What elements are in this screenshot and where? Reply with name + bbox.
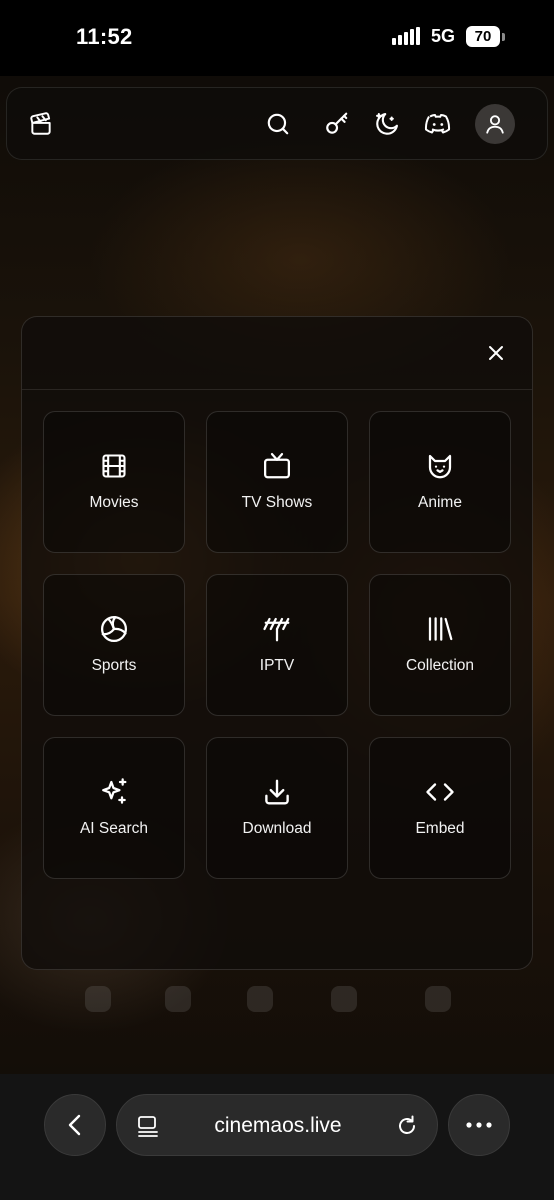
menu-item-label: TV Shows [241,494,313,511]
close-icon[interactable] [482,339,510,367]
menu-item-iptv[interactable]: IPTV [206,574,348,716]
clapperboard-icon[interactable] [21,104,61,144]
menu-item-label: Anime [418,494,462,511]
menu-item-label: Collection [405,657,475,674]
menu-item-label: Movies [89,494,139,511]
battery-indicator: 70 [466,26,500,47]
menu-item-movies[interactable]: Movies [43,411,185,553]
background-bottom-nav [60,980,500,1060]
menu-item-label: AI Search [79,820,149,837]
code-icon [370,776,510,808]
antenna-icon [207,613,347,645]
battery-tip [502,33,505,41]
tv-icon [207,450,347,482]
menu-item-label: IPTV [259,657,295,674]
key-icon[interactable] [317,104,357,144]
cat-icon [370,450,510,482]
chevron-left-icon [68,1114,81,1136]
menu-item-tv-shows[interactable]: TV Shows [206,411,348,553]
search-icon[interactable] [258,104,298,144]
url-text: cinemaos.live [214,1114,342,1137]
network-type: 5G [431,26,456,46]
moon-stars-icon[interactable] [367,104,407,144]
more-button[interactable] [448,1094,510,1156]
film-icon [44,450,184,482]
ghost-nav-item [314,980,374,1020]
menu-item-label: Download [242,820,312,837]
menu-item-ai-search[interactable]: AI Search [43,737,185,879]
volleyball-icon [44,613,184,645]
address-bar[interactable]: cinemaos.live [116,1094,438,1156]
menu-item-label: Sports [91,657,137,674]
download-icon [207,776,347,808]
modal-divider [22,389,532,390]
library-icon [370,613,510,645]
menu-item-download[interactable]: Download [206,737,348,879]
status-time: 11:52 [76,24,133,49]
ghost-nav-item [230,980,290,1020]
ghost-nav-item [68,980,128,1020]
menu-item-anime[interactable]: Anime [369,411,511,553]
sparkles-icon [44,776,184,808]
menu-item-collection[interactable]: Collection [369,574,511,716]
signal-icon [392,27,420,45]
ghost-nav-item [148,980,208,1020]
reload-icon[interactable] [395,1114,419,1138]
ghost-nav-item [408,980,468,1020]
back-button[interactable] [44,1094,106,1156]
discord-icon[interactable] [418,104,458,144]
status-bar: 11:52 5G 70 [0,0,554,76]
more-dots-icon [466,1122,492,1128]
user-icon[interactable] [475,104,515,144]
app-header [6,87,548,160]
menu-item-sports[interactable]: Sports [43,574,185,716]
navigation-menu-modal: Movies TV Shows Anime Sports IPTV Collec… [21,316,533,970]
browser-toolbar: cinemaos.live [0,1074,554,1200]
menu-item-label: Embed [415,820,465,837]
menu-item-embed[interactable]: Embed [369,737,511,879]
